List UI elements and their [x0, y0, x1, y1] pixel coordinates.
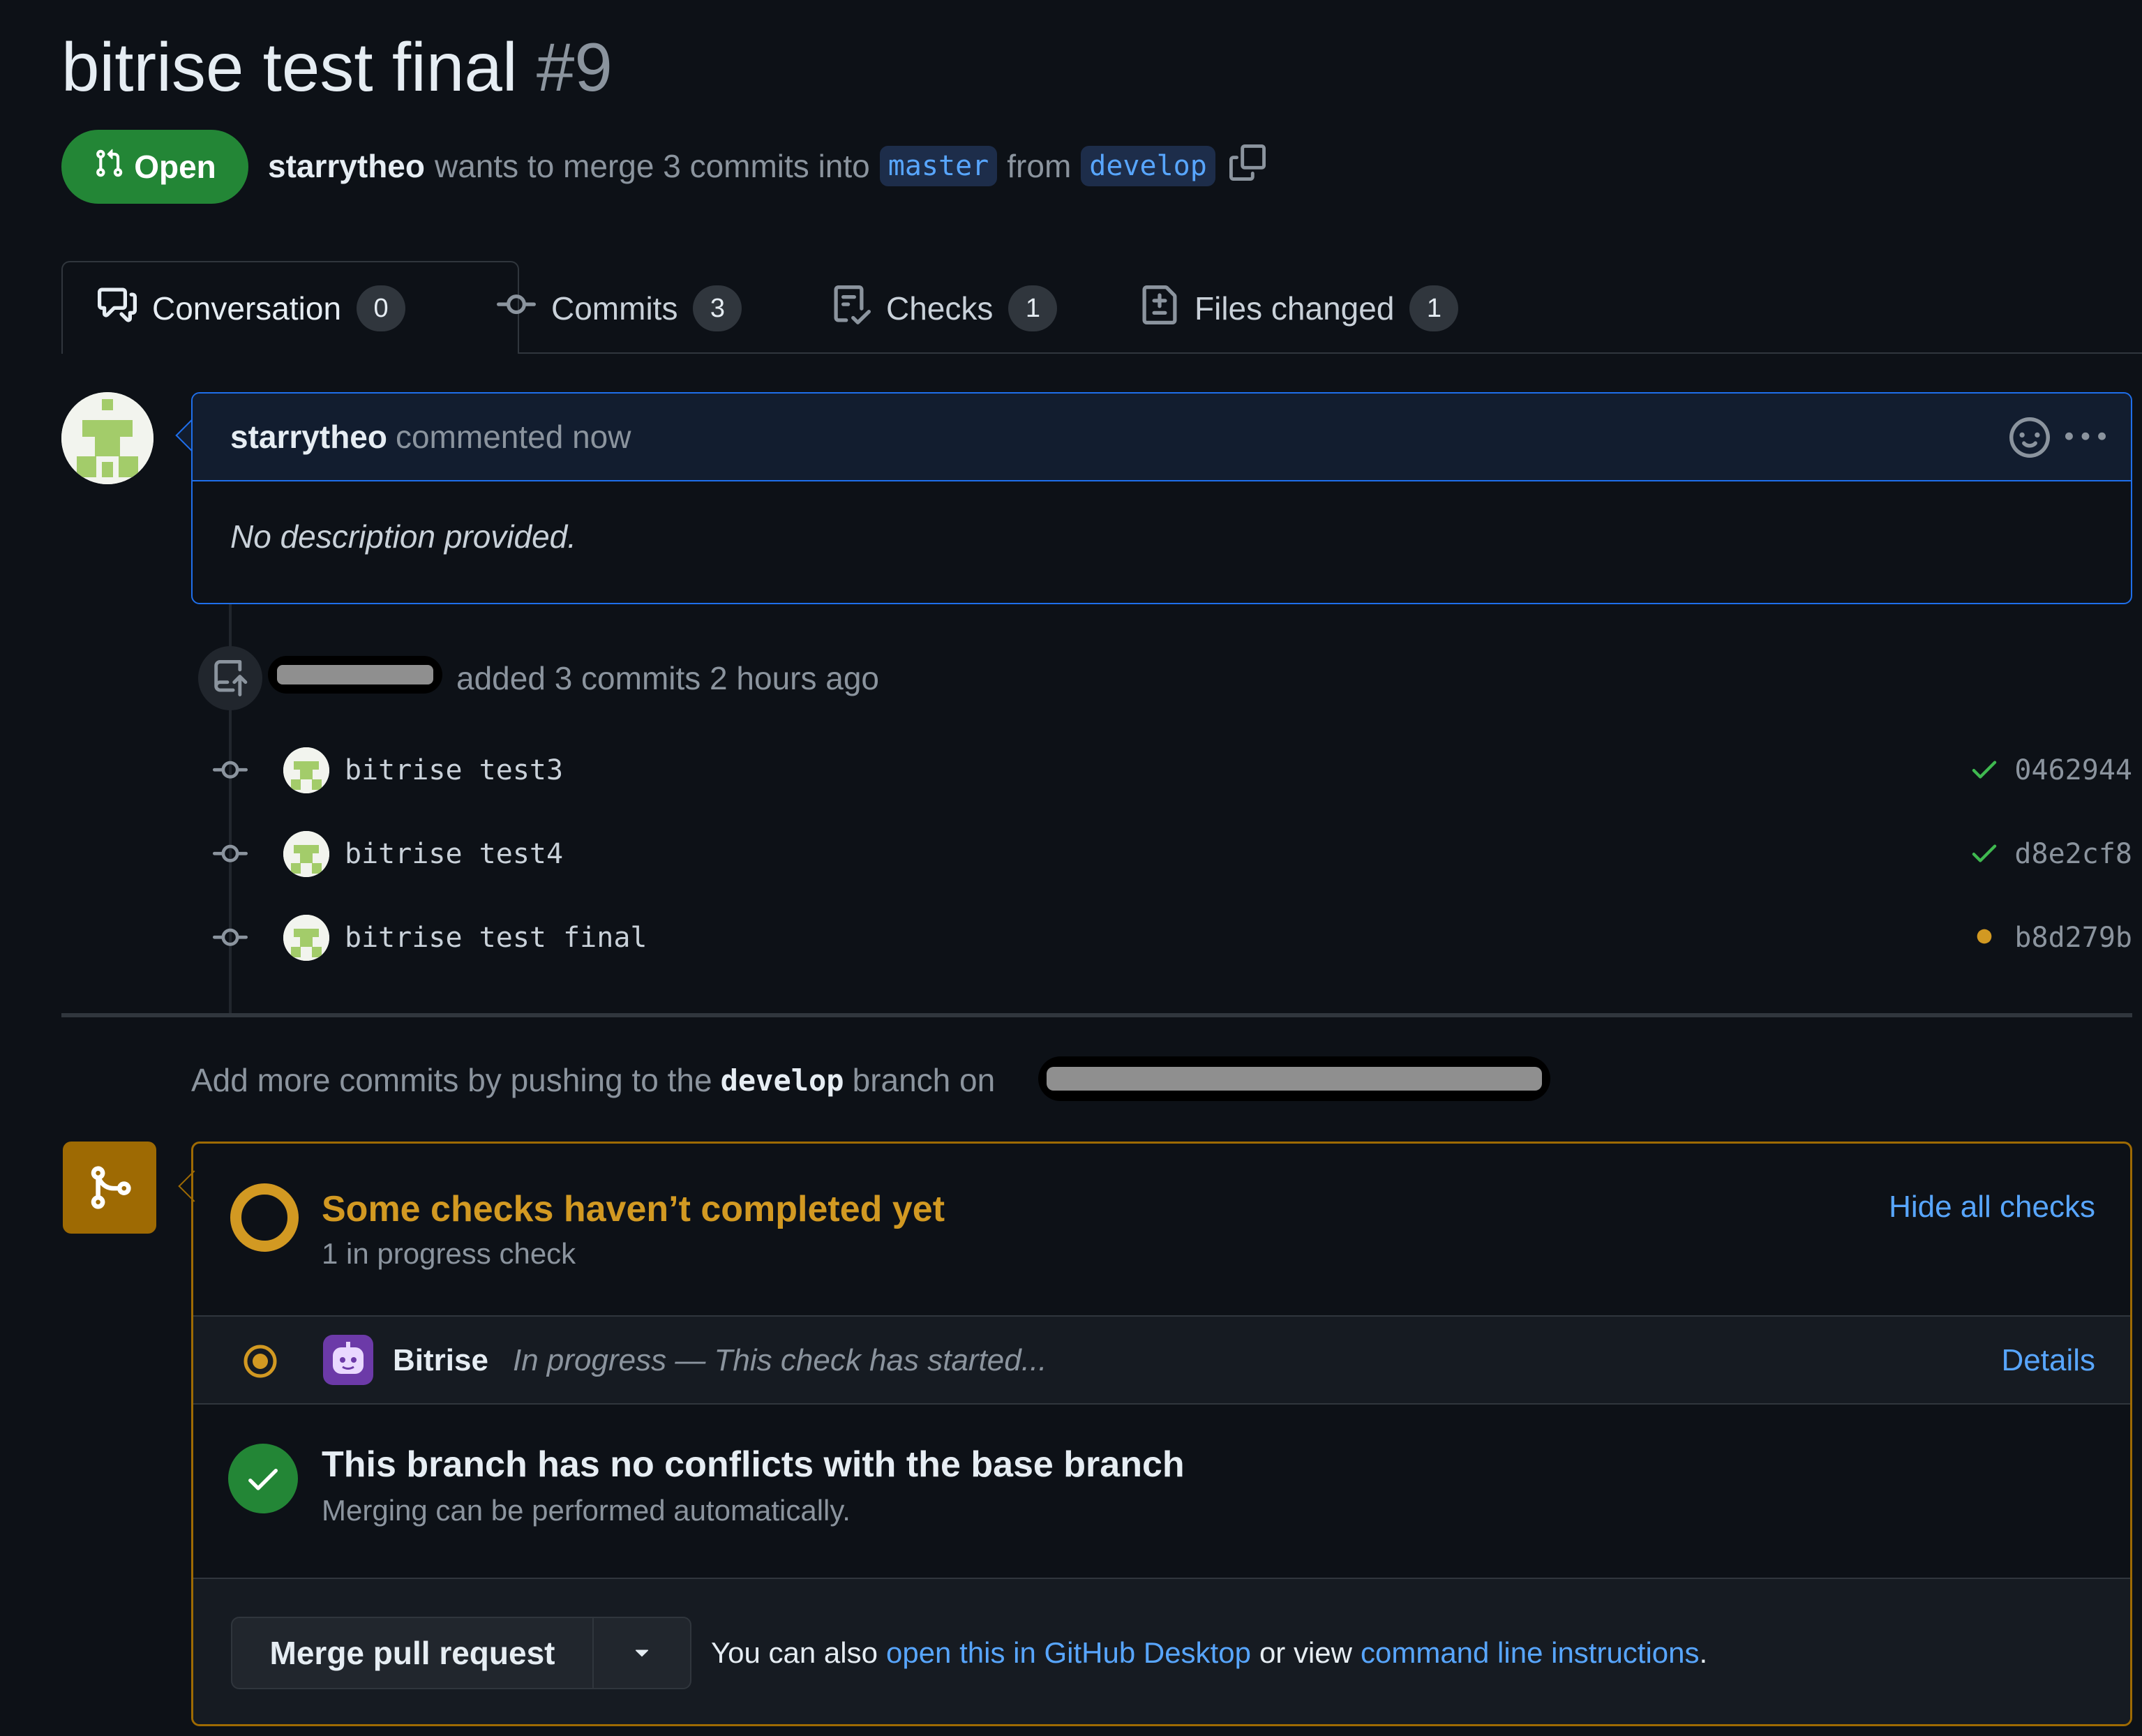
- check-details-link[interactable]: Details: [2002, 1343, 2096, 1378]
- conflicts-summary: This branch has no conflicts with the ba…: [193, 1405, 2130, 1578]
- tab-checks[interactable]: Checks 1: [832, 279, 1058, 338]
- pr-title-text: bitrise test final: [61, 29, 518, 105]
- pr-author-link[interactable]: starrytheo: [268, 147, 425, 185]
- conflicts-subtitle: Merging can be performed automatically.: [322, 1494, 851, 1527]
- period-text: .: [1699, 1636, 1708, 1669]
- check-circle-icon: [228, 1444, 298, 1513]
- avatar[interactable]: [283, 915, 329, 961]
- pr-description-comment: starrytheo commented now No description …: [191, 392, 2132, 604]
- merge-alternatives: You can also open this in GitHub Desktop…: [711, 1617, 1716, 1689]
- merge-pull-request-button[interactable]: Merge pull request: [232, 1618, 594, 1688]
- pr-title: bitrise test final #9: [61, 25, 613, 109]
- tab-commits[interactable]: Commits 3: [497, 279, 742, 338]
- merge-button-group: Merge pull request: [231, 1617, 691, 1689]
- tab-commits-label: Commits: [551, 290, 678, 327]
- in-progress-icon: [242, 1343, 278, 1383]
- commit-sha[interactable]: d8e2cf8: [2014, 838, 2132, 870]
- pr-state-badge: Open: [61, 130, 248, 204]
- avatar[interactable]: [61, 392, 153, 484]
- git-commit-icon: [209, 837, 251, 871]
- comment-meta[interactable]: commented now: [396, 418, 631, 456]
- timeline-divider: [61, 1013, 2132, 1017]
- commit-sha[interactable]: 0462944: [2014, 754, 2132, 786]
- tab-conversation-count: 0: [357, 285, 406, 331]
- tab-conversation-label: Conversation: [152, 290, 342, 327]
- tab-files-changed[interactable]: Files changed 1: [1140, 279, 1459, 338]
- from-text: from: [1007, 148, 1072, 184]
- bitrise-app-icon: [323, 1335, 373, 1385]
- pr-merge-summary: starrytheo wants to merge 3 commits into…: [268, 140, 1266, 193]
- merge-summary-text: wants to merge 3 commits into: [434, 148, 870, 184]
- merge-box: Some checks haven’t completed yet 1 in p…: [191, 1142, 2132, 1726]
- tab-checks-count: 1: [1008, 285, 1058, 331]
- redacted-username: [268, 656, 442, 694]
- check-status: In progress — This check has started...: [513, 1343, 1047, 1377]
- pr-number: #9: [536, 29, 613, 105]
- check-row: Bitrise In progress — This check has sta…: [193, 1315, 2130, 1405]
- commit-message[interactable]: bitrise test4: [345, 838, 563, 870]
- checks-summary: Some checks haven’t completed yet 1 in p…: [193, 1144, 2130, 1315]
- git-commit-icon: [209, 920, 251, 955]
- git-merge-icon: [63, 1142, 156, 1234]
- smiley-icon[interactable]: [2009, 417, 2050, 465]
- commit-message[interactable]: bitrise test final: [345, 922, 647, 954]
- triangle-down-icon: [628, 1638, 656, 1669]
- tab-files-changed-count: 1: [1409, 285, 1459, 331]
- github-desktop-link[interactable]: open this in GitHub Desktop: [886, 1636, 1251, 1670]
- checks-subtitle: 1 in progress check: [322, 1237, 576, 1270]
- check-icon[interactable]: [1968, 753, 2000, 788]
- comment-header: starrytheo commented now: [193, 394, 2131, 481]
- check-icon[interactable]: [1968, 837, 2000, 872]
- git-commit-icon: [209, 753, 251, 788]
- command-line-instructions-link[interactable]: command line instructions: [1361, 1636, 1700, 1670]
- checklist-icon: [832, 285, 871, 332]
- push-more-hint: Add more commits by pushing to the devel…: [191, 1054, 995, 1107]
- head-branch-label[interactable]: develop: [1081, 146, 1215, 186]
- file-diff-icon: [1140, 285, 1179, 332]
- push-more-prefix: Add more commits by pushing to the: [191, 1062, 712, 1098]
- push-more-suffix: branch on: [852, 1062, 996, 1098]
- repo-push-icon: [198, 646, 262, 710]
- push-more-branch: develop: [720, 1063, 844, 1098]
- tab-commits-count: 3: [693, 285, 742, 331]
- kebab-horizontal-icon[interactable]: [2065, 417, 2106, 465]
- commit-row: bitrise test final b8d279b: [209, 910, 2132, 966]
- pr-state-label: Open: [134, 149, 216, 185]
- tab-checks-label: Checks: [886, 290, 994, 327]
- merge-method-dropdown[interactable]: [594, 1618, 690, 1688]
- hide-all-checks-link[interactable]: Hide all checks: [1889, 1190, 2095, 1225]
- checks-title: Some checks haven’t completed yet: [322, 1189, 945, 1229]
- comment-author[interactable]: starrytheo: [230, 418, 387, 456]
- pending-dot-icon[interactable]: [1968, 920, 2000, 956]
- or-view-text: or view: [1259, 1636, 1352, 1669]
- commit-message[interactable]: bitrise test3: [345, 754, 563, 786]
- commit-row: bitrise test3 0462944: [209, 742, 2132, 798]
- commit-row: bitrise test4 d8e2cf8: [209, 826, 2132, 882]
- push-event-text: added 3 commits 2 hours ago: [456, 660, 880, 696]
- avatar[interactable]: [283, 831, 329, 877]
- check-name: Bitrise: [393, 1343, 488, 1377]
- commit-sha[interactable]: b8d279b: [2014, 922, 2132, 954]
- git-pull-request-icon: [93, 148, 124, 186]
- git-commit-icon: [497, 285, 536, 332]
- tab-conversation[interactable]: Conversation 0: [98, 279, 406, 338]
- merge-actions: Merge pull request You can also open thi…: [193, 1578, 2130, 1724]
- pending-ring-icon: [228, 1181, 301, 1257]
- also-prefix: You can also: [711, 1636, 878, 1669]
- avatar[interactable]: [283, 747, 329, 793]
- comment-body: No description provided.: [230, 518, 577, 555]
- comment-discussion-icon: [98, 285, 137, 332]
- tab-files-changed-label: Files changed: [1194, 290, 1395, 327]
- redacted-repo-link: [1038, 1056, 1550, 1101]
- conflicts-title: This branch has no conflicts with the ba…: [322, 1444, 1185, 1485]
- base-branch-label[interactable]: master: [879, 146, 998, 186]
- copy-icon[interactable]: [1229, 144, 1266, 188]
